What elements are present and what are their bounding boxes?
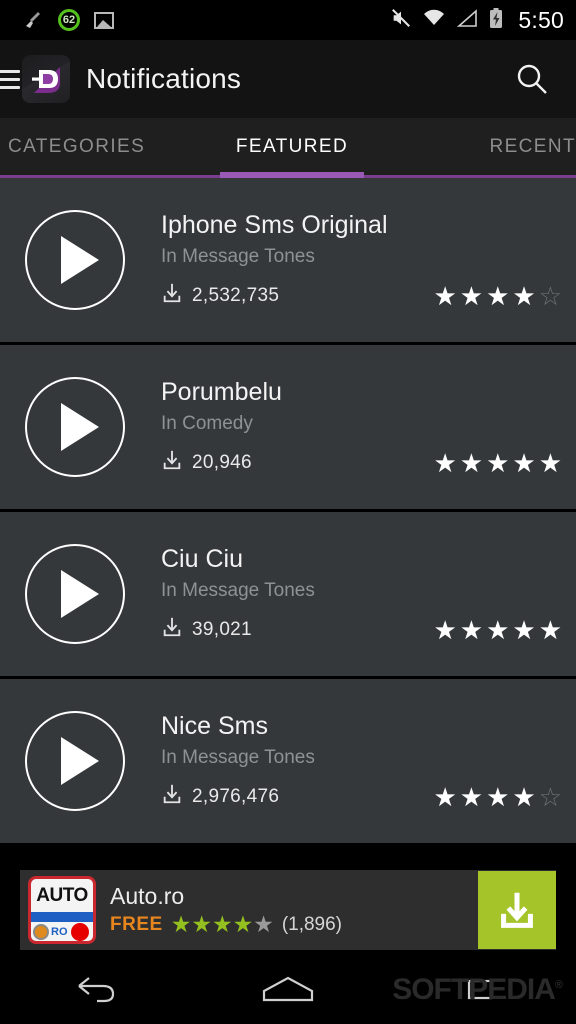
list-item-stats: 39,021 ★ ★ ★ ★ ★	[161, 616, 566, 643]
zedge-logo-glyph	[32, 67, 60, 93]
list-item-title: Iphone Sms Original	[161, 210, 388, 239]
ad-install-button[interactable]	[478, 871, 556, 949]
tab-recent[interactable]: RECENT	[387, 118, 576, 175]
list-item-stats: 2,976,476 ★ ★ ★ ★ ☆	[161, 783, 566, 810]
list-item-title: Ciu Ciu	[161, 544, 243, 573]
list-item-subtitle: In Message Tones	[161, 747, 315, 769]
recents-icon[interactable]	[384, 976, 576, 1004]
hamburger-icon[interactable]	[0, 69, 20, 89]
zedge-logo[interactable]	[22, 55, 70, 103]
list-item-stats: 20,946 ★ ★ ★ ★ ★	[161, 449, 566, 476]
rating-stars: ★ ★ ★ ★ ★	[433, 614, 562, 645]
ringtone-list: Iphone Sms Original In Message Tones 2,5…	[0, 178, 576, 843]
status-bar-clock: 5:50	[518, 6, 564, 33]
download-count: 2,976,476	[192, 785, 280, 807]
status-bar-right-icons: 5:50	[390, 7, 564, 34]
play-icon[interactable]	[25, 377, 125, 477]
download-count: 39,021	[192, 618, 252, 640]
ad-subline: FREE ★ ★ ★ ★ ★ (1,896)	[110, 913, 478, 936]
ad-icon-chip	[33, 923, 49, 940]
ad-rating-stars: ★ ★ ★ ★ ★	[170, 911, 274, 938]
ad-icon-sub-label: RO	[51, 925, 68, 938]
action-bar: Notifications	[0, 40, 576, 118]
play-icon[interactable]	[25, 210, 125, 310]
list-item-title: Nice Sms	[161, 711, 268, 740]
home-icon[interactable]	[192, 974, 384, 1006]
tab-categories-label: CATEGORIES	[8, 135, 146, 157]
broom-icon	[24, 10, 44, 30]
list-item-subtitle: In Message Tones	[161, 580, 315, 602]
tab-bar: CATEGORIES FEATURED RECENT	[0, 118, 576, 178]
battery-charging-icon	[488, 7, 504, 34]
list-item-subtitle: In Message Tones	[161, 246, 315, 268]
tab-featured[interactable]: FEATURED	[197, 118, 386, 178]
rating-stars: ★ ★ ★ ★ ☆	[433, 280, 562, 311]
cleaner-badge-value: 62	[62, 14, 76, 26]
ad-price-label: FREE	[110, 913, 163, 935]
page-title: Notifications	[86, 63, 242, 94]
mute-icon	[390, 7, 412, 34]
list-item-stats: 2,532,735 ★ ★ ★ ★ ☆	[161, 282, 566, 309]
cleaner-badge-62: 62	[58, 9, 80, 31]
download-icon	[161, 449, 183, 476]
list-item-meta: Nice Sms In Message Tones 2,976,476 ★ ★ …	[161, 712, 576, 811]
list-item-meta: Iphone Sms Original In Message Tones 2,5…	[161, 211, 576, 310]
tab-categories[interactable]: CATEGORIES	[0, 118, 197, 175]
ad-icon-label: AUTO	[36, 884, 88, 906]
list-item[interactable]: Ciu Ciu In Message Tones 39,021 ★ ★ ★ ★ …	[0, 512, 576, 676]
ad-banner-container: AUTO RO Auto.ro FREE ★ ★ ★ ★ ★ (1,896)	[0, 865, 576, 955]
list-item-meta: Porumbelu In Comedy 20,946 ★ ★ ★ ★ ★	[161, 378, 576, 477]
search-icon[interactable]	[510, 57, 554, 101]
ad-text-block: Auto.ro FREE ★ ★ ★ ★ ★ (1,896)	[110, 882, 478, 936]
ad-icon-carrier-badge	[70, 922, 89, 941]
play-icon[interactable]	[25, 711, 125, 811]
rating-stars: ★ ★ ★ ★ ★	[433, 447, 562, 478]
download-icon	[161, 282, 183, 309]
list-item[interactable]: Nice Sms In Message Tones 2,976,476 ★ ★ …	[0, 679, 576, 843]
signal-icon	[456, 8, 478, 33]
download-count: 2,532,735	[192, 284, 280, 306]
status-bar-left-icons: 62	[12, 9, 114, 31]
wifi-icon	[422, 8, 446, 33]
download-icon	[161, 616, 183, 643]
play-icon[interactable]	[25, 544, 125, 644]
back-icon[interactable]	[0, 975, 192, 1005]
ad-app-icon: AUTO RO	[28, 876, 96, 944]
list-item-title: Porumbelu	[161, 377, 282, 406]
download-icon	[501, 892, 533, 928]
list-item-subtitle: In Comedy	[161, 413, 253, 435]
tab-featured-label: FEATURED	[235, 135, 349, 157]
ad-title: Auto.ro	[110, 882, 185, 909]
status-bar: 62 5:50	[0, 0, 576, 40]
ad-review-count: (1,896)	[281, 913, 343, 935]
download-icon	[161, 783, 183, 810]
list-item[interactable]: Iphone Sms Original In Message Tones 2,5…	[0, 178, 576, 342]
download-count: 20,946	[192, 451, 252, 473]
gallery-icon	[94, 11, 114, 29]
list-item-meta: Ciu Ciu In Message Tones 39,021 ★ ★ ★ ★ …	[161, 545, 576, 644]
tab-recent-label: RECENT	[489, 135, 576, 157]
ad-banner[interactable]: AUTO RO Auto.ro FREE ★ ★ ★ ★ ★ (1,896)	[20, 870, 556, 950]
list-item[interactable]: Porumbelu In Comedy 20,946 ★ ★ ★ ★ ★	[0, 345, 576, 509]
rating-stars: ★ ★ ★ ★ ☆	[433, 781, 562, 812]
system-nav-bar: SOFTPEDIA®	[0, 955, 576, 1024]
